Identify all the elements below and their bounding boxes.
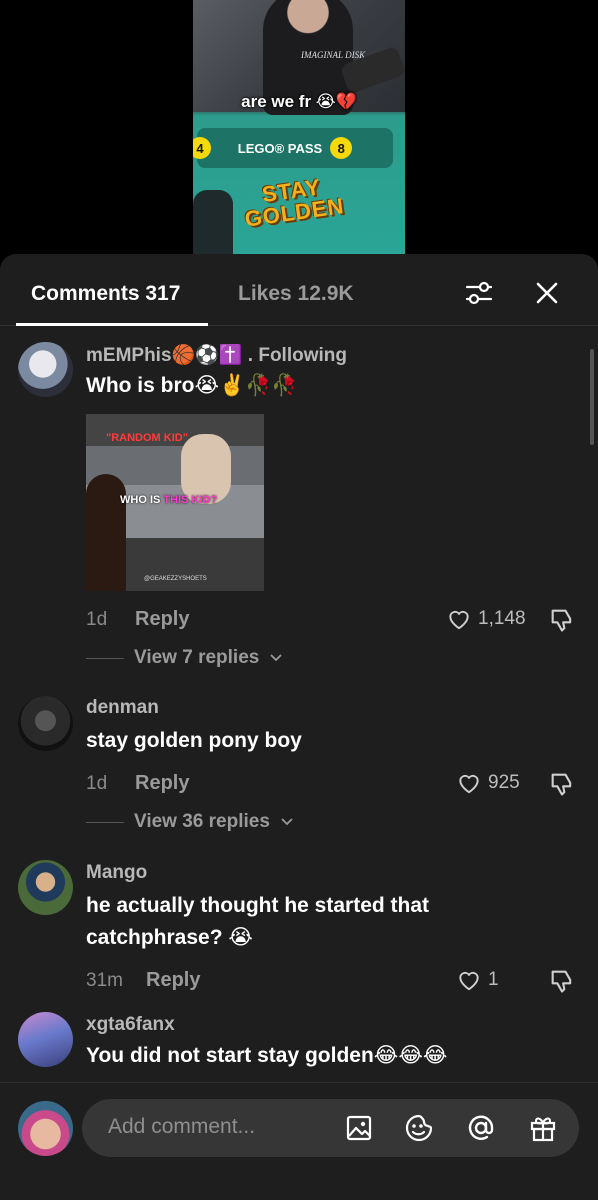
comment-username[interactable]: xgta6fanx	[86, 1014, 175, 1036]
comment-text: stay golden pony boy	[86, 729, 302, 752]
avatar[interactable]	[18, 696, 73, 751]
thumbs-down-icon[interactable]	[548, 606, 576, 634]
like-count: 1	[488, 969, 499, 990]
video-preview[interactable]: IMAGINAL DISK are we fr 😭💔 4 LEGO® PASS …	[193, 0, 405, 258]
stay-golden-logo: STAY GOLDEN	[240, 173, 346, 232]
at-icon[interactable]	[466, 1113, 496, 1143]
tab-comments[interactable]: Comments 317	[31, 282, 180, 306]
image-watermark: @GEAKEZZYSHOETS	[144, 576, 207, 582]
image-icon[interactable]	[344, 1113, 374, 1143]
view-replies-button[interactable]: View 36 replies	[86, 811, 294, 833]
chevron-down-icon	[281, 818, 293, 826]
heart-icon	[449, 610, 469, 630]
thumbs-down-icon[interactable]	[548, 770, 576, 798]
comment-input[interactable]: Add comment...	[82, 1099, 579, 1157]
reply-button[interactable]: Reply	[135, 608, 189, 631]
view-replies-label: View 36 replies	[134, 811, 270, 832]
comment-time: 1d	[86, 609, 108, 630]
heart-icon	[459, 971, 479, 991]
comment-time: 31m	[86, 970, 123, 991]
pass-badge: 8	[330, 137, 353, 159]
image-label-who: WHO IS THIS KID?	[120, 494, 217, 506]
pass-left-badge: 4	[193, 137, 211, 159]
like-button[interactable]: 1	[456, 967, 499, 993]
image-label-highlight: THIS KID?	[163, 494, 218, 506]
pass-label: LEGO® PASS	[237, 140, 323, 156]
video-caption: are we fr 😭💔	[241, 92, 357, 111]
comment-input-placeholder: Add comment...	[108, 1115, 256, 1138]
divider-line	[86, 821, 124, 823]
comment-text: You did not start stay golden😂😂😂	[86, 1044, 448, 1067]
comment-username[interactable]: mEMPhis🏀⚽✝️ . Following	[86, 343, 347, 367]
reply-button[interactable]: Reply	[135, 772, 189, 795]
like-count: 1,148	[478, 608, 526, 629]
comment-image[interactable]: "RANDOM KID" WHO IS THIS KID? @GEAKEZZYS…	[86, 414, 264, 591]
shirt-text: IMAGINAL DISK	[301, 50, 366, 60]
heart-icon	[459, 774, 479, 794]
like-count: 925	[488, 772, 520, 793]
view-replies-label: View 7 replies	[134, 647, 260, 668]
comment-time: 1d	[86, 773, 108, 794]
comment-username[interactable]: denman	[86, 697, 159, 719]
comment-text: he actually thought he started that catc…	[86, 894, 430, 949]
emoji-icon[interactable]	[404, 1113, 434, 1143]
tab-likes[interactable]: Likes 12.9K	[238, 282, 354, 306]
image-label-random-kid: "RANDOM KID"	[106, 432, 188, 444]
avatar[interactable]	[18, 1012, 73, 1067]
like-button[interactable]: 925	[456, 770, 520, 796]
image-person-left	[86, 474, 126, 591]
like-button[interactable]: 1,148	[446, 606, 526, 632]
video-figure	[193, 190, 233, 258]
sliders-icon[interactable]	[464, 278, 494, 308]
lego-pass-banner: 4 LEGO® PASS 8	[193, 128, 393, 168]
view-replies-button[interactable]: View 7 replies	[86, 647, 283, 669]
thumbs-down-icon[interactable]	[548, 967, 576, 995]
image-label-who-text: WHO IS	[120, 494, 164, 506]
sheet-tabs: Comments 317 Likes 12.9K	[0, 254, 598, 326]
following-label: . Following	[247, 345, 347, 366]
divider-line	[86, 657, 124, 659]
chevron-down-icon	[270, 654, 282, 662]
active-tab-indicator	[16, 323, 208, 326]
comment-input-bar: Add comment...	[0, 1082, 598, 1200]
comment-username[interactable]: Mango	[86, 862, 147, 884]
comment-text: Who is bro😭✌️🥀🥀	[86, 374, 298, 397]
avatar[interactable]	[18, 342, 73, 397]
gift-icon[interactable]	[528, 1113, 558, 1143]
scrollbar[interactable]	[590, 349, 594, 445]
my-avatar[interactable]	[18, 1101, 73, 1156]
username-text: mEMPhis🏀⚽✝️	[86, 345, 243, 366]
reply-button[interactable]: Reply	[146, 969, 200, 992]
avatar[interactable]	[18, 860, 73, 915]
close-icon[interactable]	[532, 278, 562, 308]
